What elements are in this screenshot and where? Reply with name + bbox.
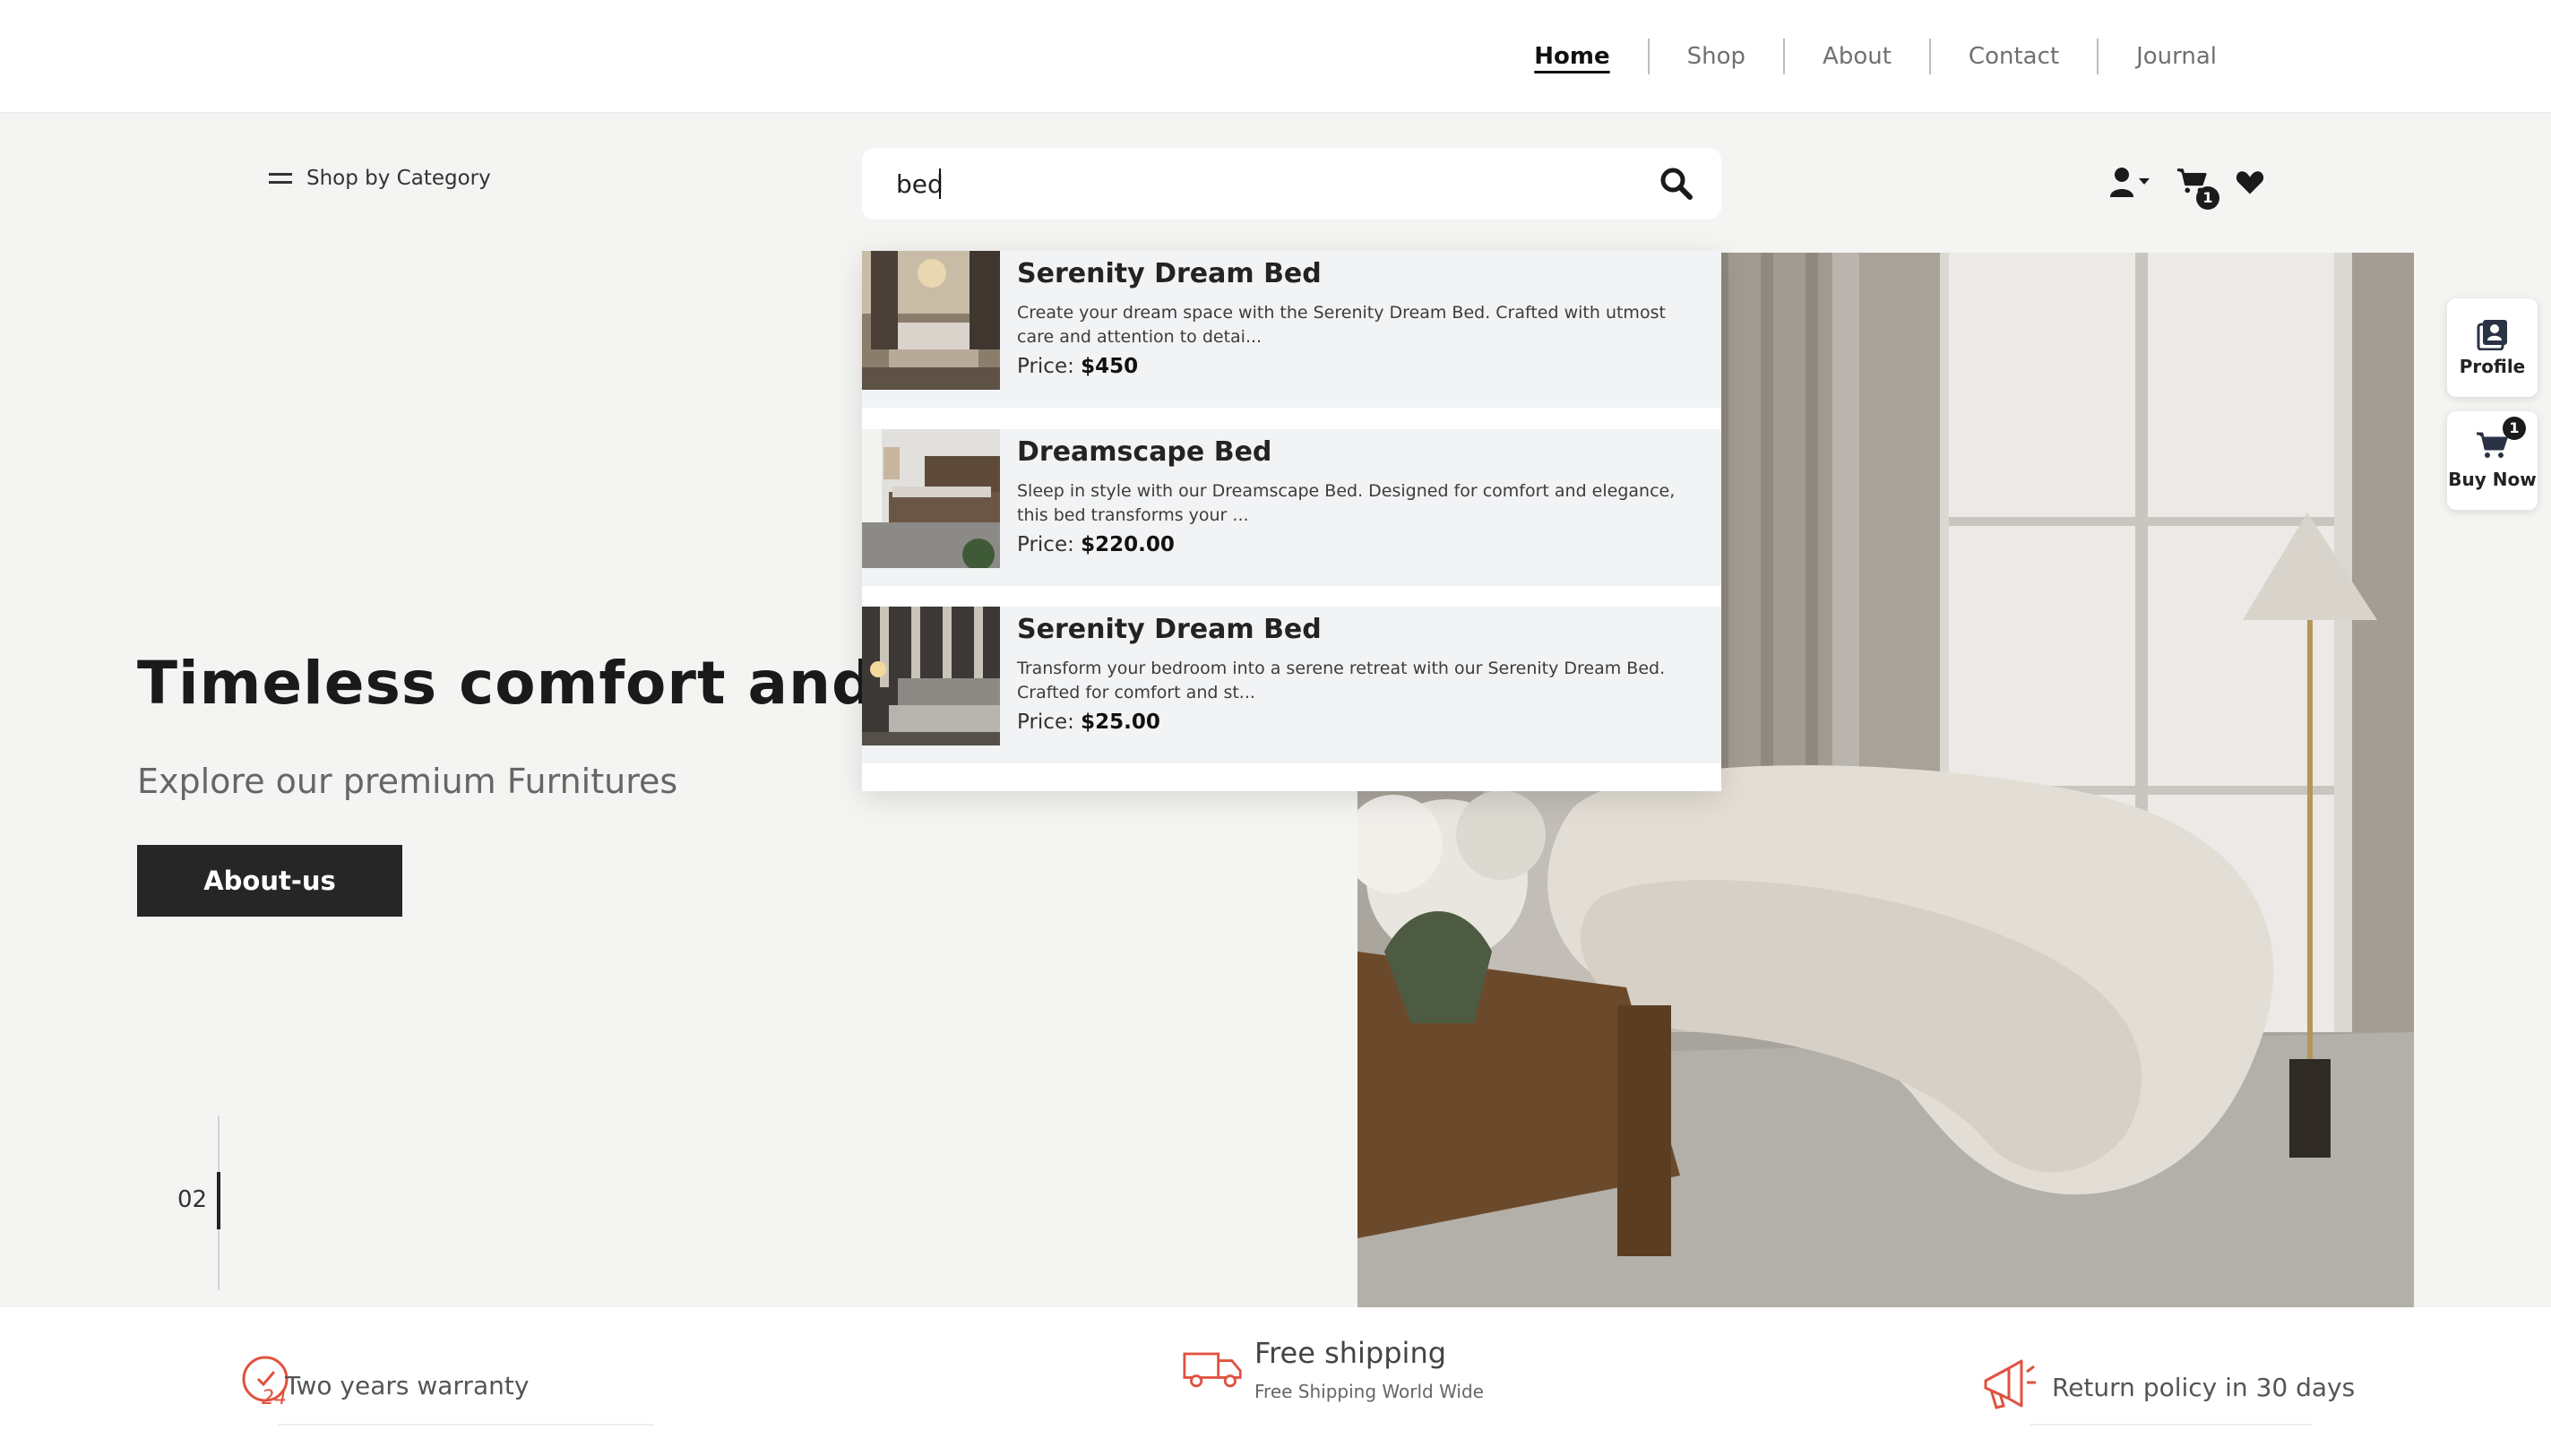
category-label: Shop by Category	[306, 167, 491, 190]
heart-icon[interactable]	[2236, 167, 2264, 199]
search-result-item[interactable]: Serenity Dream Bed Create your dream spa…	[862, 251, 1721, 408]
nav-about[interactable]: About	[1783, 39, 1929, 74]
divider	[2030, 1424, 2312, 1426]
price-value: $220.00	[1081, 533, 1175, 556]
svg-text:24: 24	[262, 1387, 287, 1408]
result-price: Price: $450	[1017, 355, 1139, 378]
main-nav: Home Shop About Contact Journal	[1496, 0, 2254, 113]
result-price: Price: $220.00	[1017, 533, 1175, 556]
feature-shipping: Free shipping Free Shipping World Wide	[1183, 1336, 1484, 1402]
buy-now-widget[interactable]: 1 Buy Now	[2447, 411, 2538, 510]
search-result-item[interactable]: Serenity Dream Bed Transform your bedroo…	[862, 607, 1721, 763]
nav-contact[interactable]: Contact	[1928, 39, 2097, 74]
shipping-title: Free shipping	[1254, 1336, 1447, 1370]
search-results-dropdown: Serenity Dream Bed Create your dream spa…	[862, 251, 1721, 791]
result-name: Serenity Dream Bed	[1017, 258, 1322, 289]
about-us-button[interactable]: About-us	[137, 845, 402, 917]
cart-button[interactable]: 1	[2176, 167, 2219, 210]
result-price: Price: $25.00	[1017, 711, 1160, 734]
price-value: $25.00	[1081, 711, 1160, 734]
profile-label: Profile	[2459, 356, 2526, 377]
result-name: Serenity Dream Bed	[1017, 614, 1322, 645]
shipping-subtitle: Free Shipping World Wide	[1254, 1381, 1484, 1402]
result-description: Create your dream space with the Serenit…	[1017, 303, 1666, 347]
product-thumbnail	[862, 251, 1000, 390]
buy-now-label: Buy Now	[2448, 469, 2537, 490]
header-actions: 1	[2110, 167, 2264, 210]
features-bar: 24 Two years warranty Free shipping Free…	[0, 1307, 2551, 1456]
truck-icon	[1183, 1352, 1242, 1388]
menu-icon	[269, 171, 292, 185]
nav-journal[interactable]: Journal	[2097, 39, 2254, 74]
profile-widget[interactable]: Profile	[2447, 298, 2538, 397]
profile-icon	[2477, 320, 2507, 350]
result-name: Dreamscape Bed	[1017, 436, 1272, 468]
top-nav-bar: Home Shop About Contact Journal	[0, 0, 2551, 113]
text-caret	[939, 168, 941, 199]
price-value: $450	[1081, 355, 1139, 378]
search-icon[interactable]	[1659, 166, 1694, 202]
buy-now-count-badge: 1	[2503, 417, 2526, 440]
user-dropdown-icon[interactable]	[2110, 167, 2153, 199]
feature-returns: Return policy in 30 days	[1980, 1359, 2356, 1411]
search-bar	[862, 148, 1721, 220]
result-description: Transform your bedroom into a serene ret…	[1017, 659, 1666, 702]
slide-number: 02	[177, 1186, 208, 1213]
megaphone-icon	[1984, 1359, 2036, 1409]
cart-count-badge: 1	[2196, 186, 2219, 210]
product-thumbnail	[862, 429, 1000, 568]
feature-warranty: 24 Two years warranty	[240, 1356, 530, 1408]
divider	[278, 1424, 654, 1426]
nav-shop[interactable]: Shop	[1647, 39, 1783, 74]
warranty-label: Two years warranty	[285, 1370, 530, 1400]
slide-indicator-active[interactable]	[217, 1172, 220, 1229]
nav-home[interactable]: Home	[1496, 39, 1647, 74]
cart-icon	[2477, 432, 2508, 458]
shop-by-category-button[interactable]: Shop by Category	[269, 167, 491, 190]
product-thumbnail	[862, 607, 1000, 745]
search-result-item[interactable]: Dreamscape Bed Sleep in style with our D…	[862, 429, 1721, 586]
result-description: Sleep in style with our Dreamscape Bed. …	[1017, 481, 1676, 525]
hero-subtitle: Explore our premium Furnitures	[137, 762, 678, 801]
returns-label: Return policy in 30 days	[2052, 1372, 2356, 1402]
search-input[interactable]	[896, 164, 1595, 203]
